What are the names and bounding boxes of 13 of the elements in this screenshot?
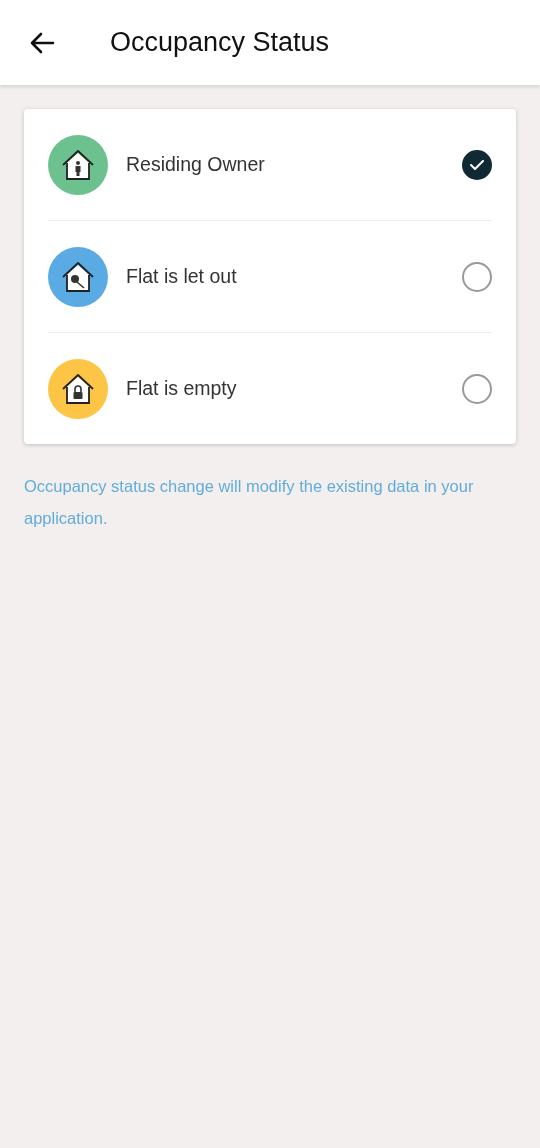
option-row[interactable]: Residing Owner bbox=[48, 109, 492, 221]
option-label: Residing Owner bbox=[126, 153, 266, 176]
check-icon bbox=[470, 159, 484, 170]
radio-button[interactable] bbox=[462, 149, 492, 180]
info-note: Occupancy status change will modify the existing data in your application. bbox=[24, 476, 475, 529]
back-arrow-icon[interactable] bbox=[29, 31, 55, 54]
option-row[interactable]: Flat is let out bbox=[48, 221, 492, 333]
option-row[interactable]: Flat is empty bbox=[48, 333, 492, 444]
option-label: Flat is let out bbox=[126, 265, 238, 288]
page-title: Occupancy Status bbox=[110, 27, 330, 58]
radio-button[interactable] bbox=[462, 373, 492, 404]
radio-button[interactable] bbox=[462, 261, 492, 292]
option-label: Flat is empty bbox=[126, 377, 238, 400]
